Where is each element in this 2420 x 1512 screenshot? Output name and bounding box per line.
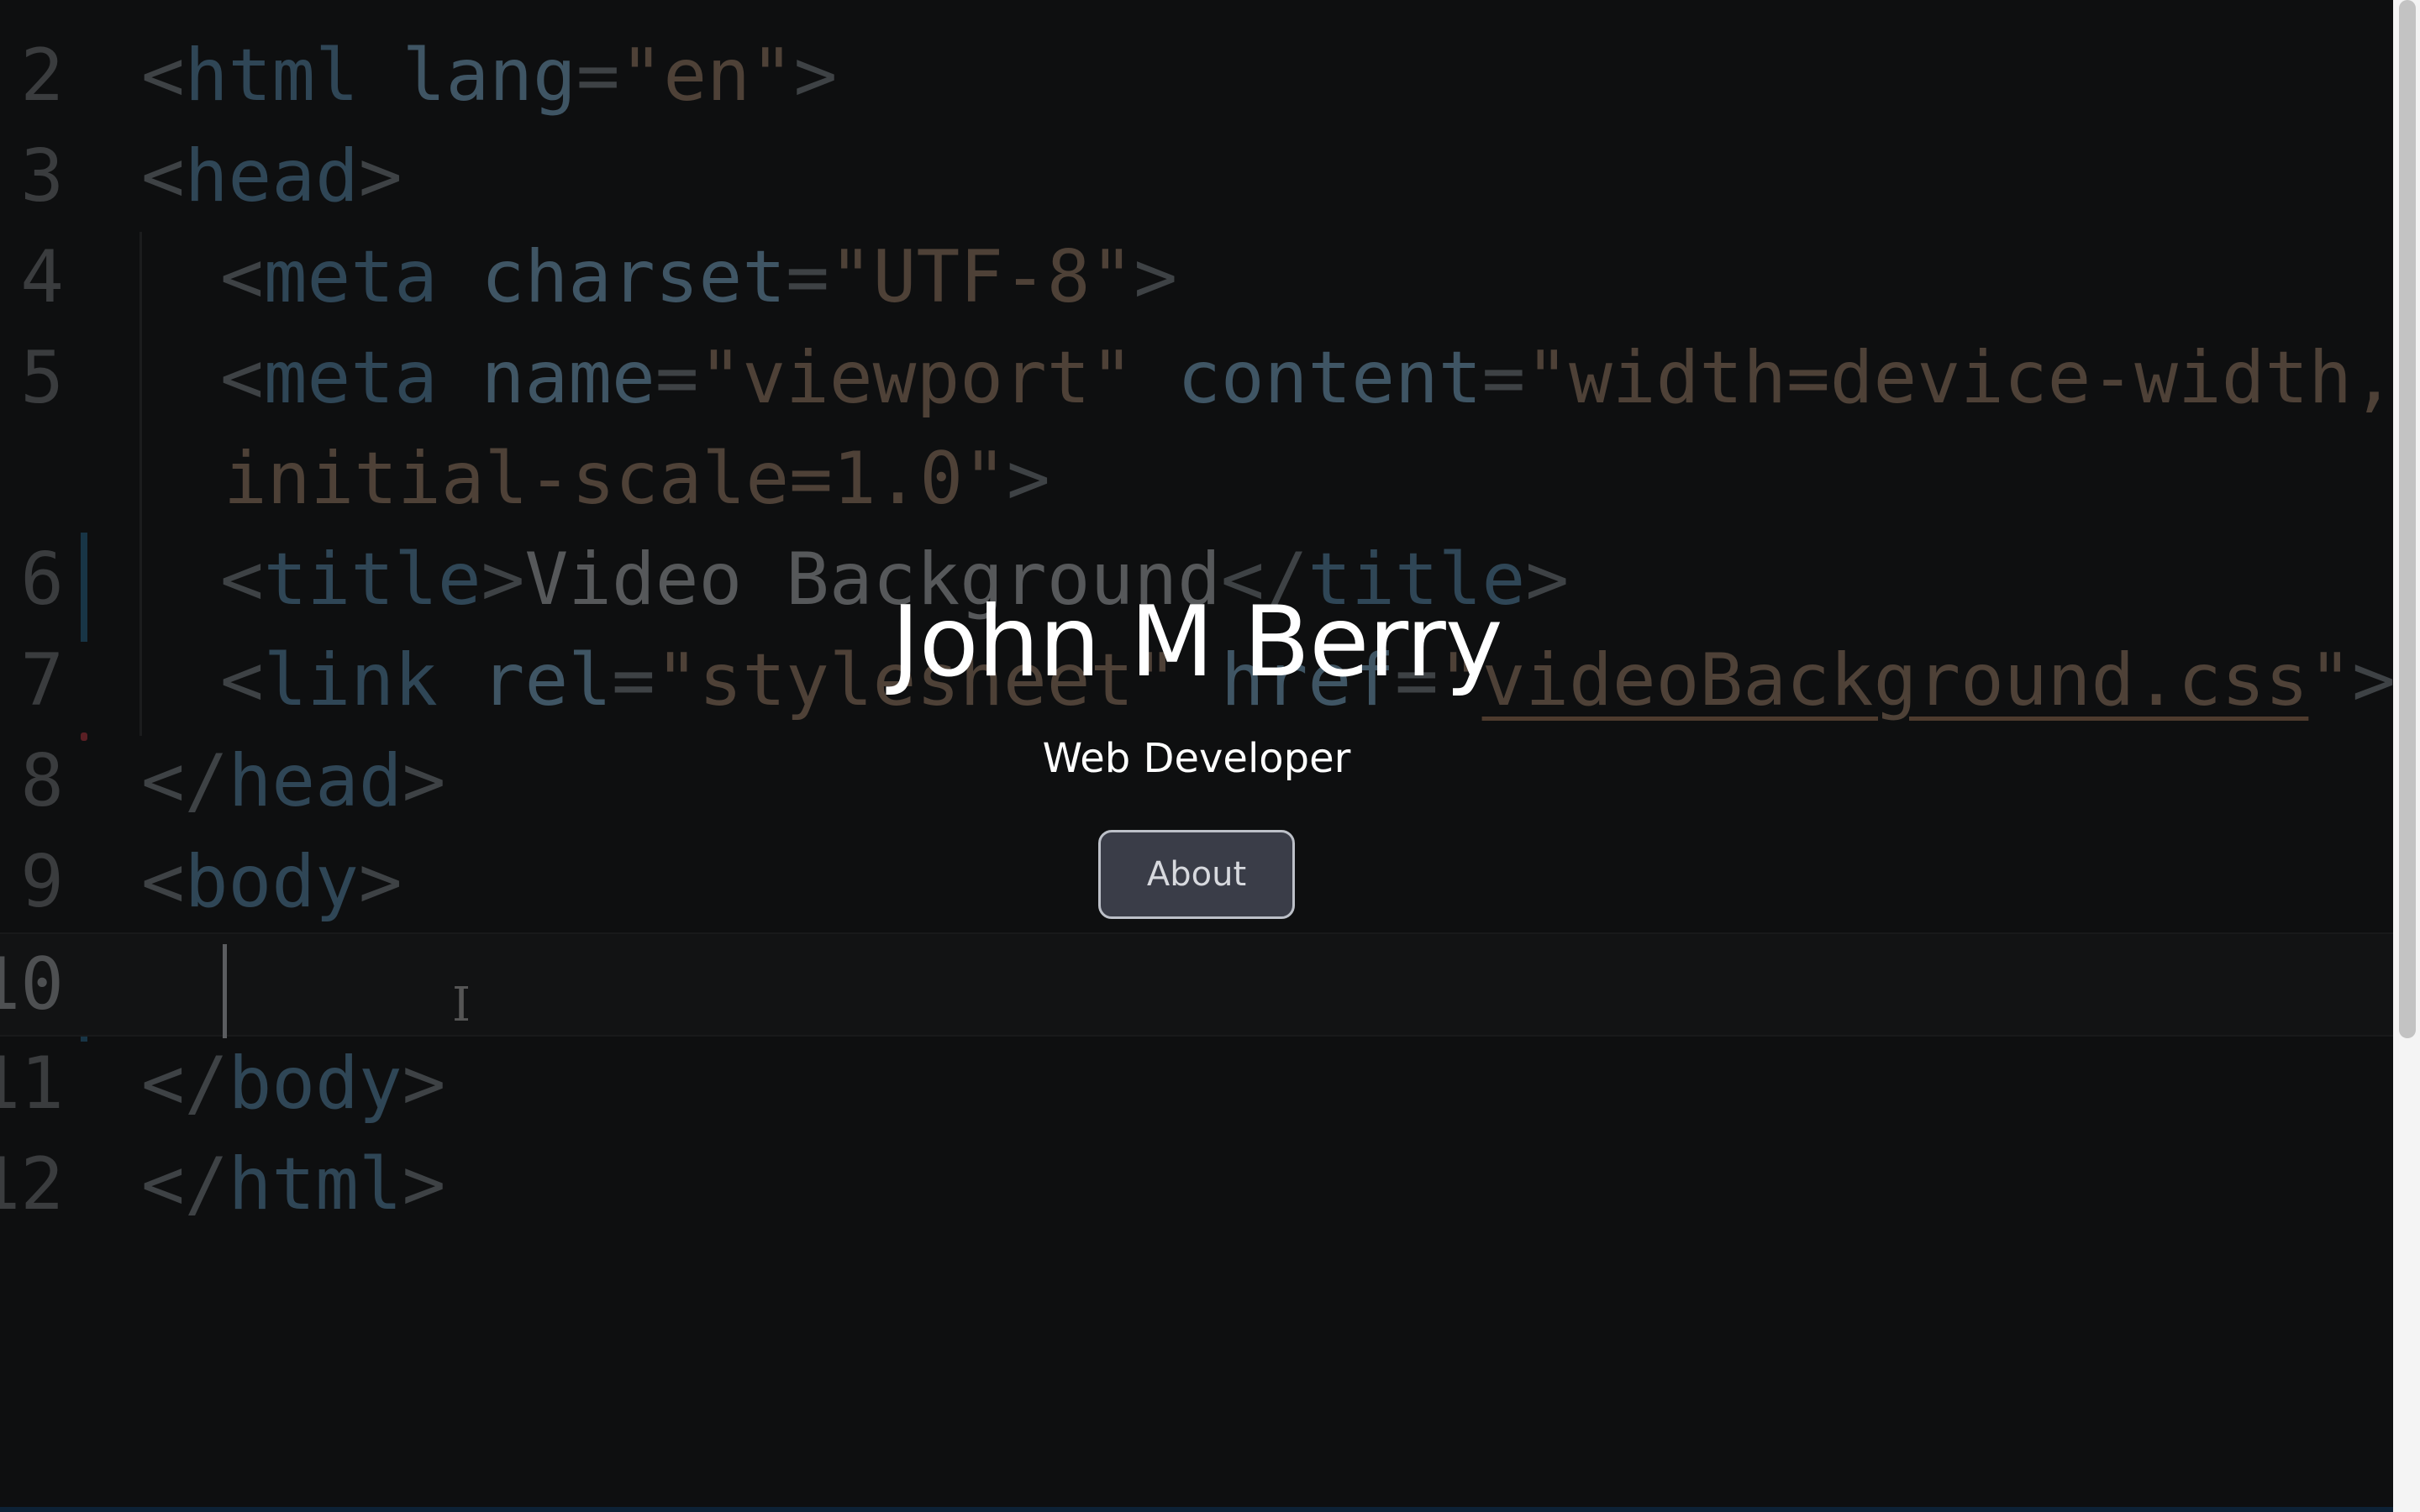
scrollbar-thumb[interactable]: [2399, 0, 2416, 1038]
hero-role: Web Developer: [1042, 735, 1351, 782]
about-button[interactable]: About: [1098, 830, 1295, 919]
bottom-edge-strip: [0, 1507, 2393, 1512]
video-background-page: 2 <html lang="en"> 3 <head> 4 <meta charset="…: [0, 0, 2420, 1512]
hero-overlay: John M Berry Web Developer About: [0, 0, 2393, 1512]
hero-name: John M Berry: [891, 585, 1503, 699]
